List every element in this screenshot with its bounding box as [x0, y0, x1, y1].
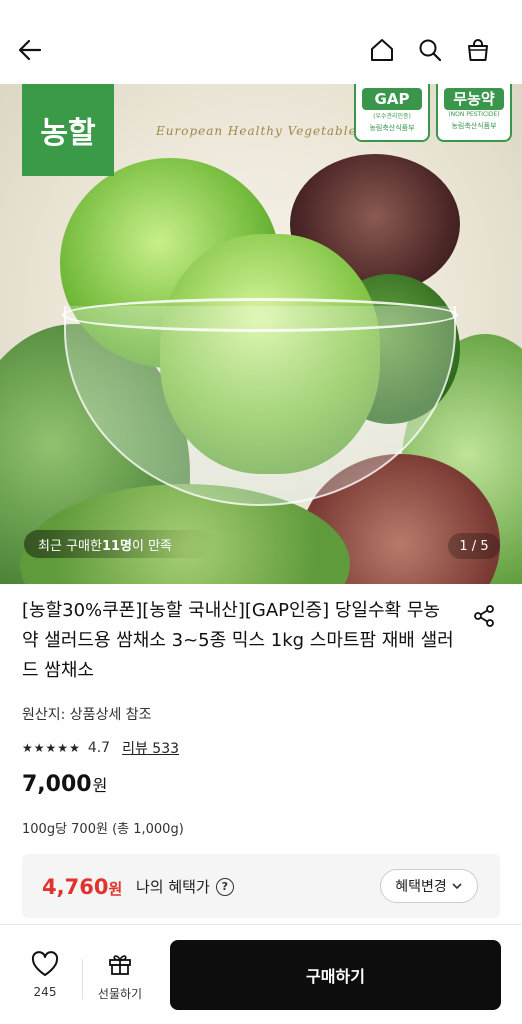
unit-price: 100g당 700원 (총 1,000g)	[22, 822, 184, 837]
non-pesticide-badge: 무농약 (NON PESTICIDE) 농림축산식품부	[436, 84, 512, 142]
benefit-price-box: 4,760원 나의 혜택가 ? 혜택변경	[22, 854, 500, 918]
benefit-label: 나의 혜택가 ?	[136, 876, 234, 897]
star-icon: ★	[45, 741, 57, 755]
change-benefit-button[interactable]: 혜택변경	[380, 869, 478, 903]
gift-button[interactable]: 선물하기	[92, 951, 148, 1002]
badge-subtitle: (우수관리인증)	[373, 113, 411, 120]
rating-row: ★ ★ ★ ★ ★ 4.7 리뷰 533	[22, 738, 179, 758]
origin-info: 원산지: 상품상세 참조	[22, 707, 152, 723]
home-icon[interactable]	[366, 34, 398, 66]
product-price: 7,000원	[22, 772, 107, 797]
recent-buyer-satisfaction: 최근 구매한 11명 이 만족	[24, 530, 214, 558]
chevron-down-icon	[452, 883, 462, 890]
review-count-link[interactable]: 리뷰 533	[122, 738, 179, 758]
half-star-icon: ★	[69, 741, 80, 755]
shopping-bag-icon[interactable]	[462, 34, 494, 66]
gift-label: 선물하기	[97, 987, 143, 1001]
star-icon: ★	[57, 741, 69, 755]
change-benefit-label: 혜택변경	[395, 879, 447, 895]
back-arrow-icon[interactable]	[14, 34, 46, 66]
price-value: 7,000	[22, 772, 92, 797]
glass-bowl-rim	[62, 298, 458, 332]
image-pager: 1 / 5	[448, 533, 500, 559]
product-title: [농할30%쿠폰][농할 국내산][GAP인증] 당일수확 무농약 샐러드용 쌈…	[22, 600, 454, 681]
divider	[82, 959, 83, 999]
product-image-carousel[interactable]: 농할 European Healthy Vegetable GAP (우수관리인…	[0, 84, 522, 584]
satisfaction-prefix: 최근 구매한	[38, 538, 102, 554]
slogan-text: European Healthy Vegetable	[156, 124, 357, 138]
benefit-label-text: 나의 혜택가	[136, 878, 210, 896]
benefit-price: 4,760원	[42, 875, 122, 899]
top-navigation-bar	[0, 0, 522, 84]
brand-logo: 농할	[22, 84, 114, 176]
rating-score: 4.7	[87, 740, 111, 756]
like-count: 245	[33, 985, 57, 999]
bottom-action-bar: 245 선물하기 구매하기	[0, 924, 522, 1024]
star-icon: ★	[33, 741, 45, 755]
badge-title: GAP	[362, 88, 422, 110]
like-button[interactable]: 245	[22, 951, 68, 999]
satisfaction-count: 11명	[101, 538, 132, 554]
share-icon[interactable]	[470, 602, 498, 630]
search-icon[interactable]	[414, 34, 446, 66]
badge-org: 농림축산식품부	[369, 124, 415, 132]
benefit-price-currency: 원	[108, 880, 123, 898]
star-rating: ★ ★ ★ ★ ★	[22, 740, 80, 756]
satisfaction-suffix: 이 만족	[132, 538, 173, 554]
price-currency: 원	[92, 776, 108, 795]
buy-button[interactable]: 구매하기	[170, 940, 501, 1010]
benefit-price-value: 4,760	[42, 875, 109, 899]
badge-subtitle: (NON PESTICIDE)	[448, 111, 500, 118]
badge-title: 무농약	[444, 88, 504, 110]
star-icon: ★	[22, 741, 33, 755]
badge-org: 농림축산식품부	[451, 122, 497, 130]
help-icon[interactable]: ?	[215, 877, 234, 896]
gap-certification-badge: GAP (우수관리인증) 농림축산식품부	[354, 84, 430, 142]
heart-icon	[31, 951, 59, 976]
gift-icon	[109, 955, 131, 975]
